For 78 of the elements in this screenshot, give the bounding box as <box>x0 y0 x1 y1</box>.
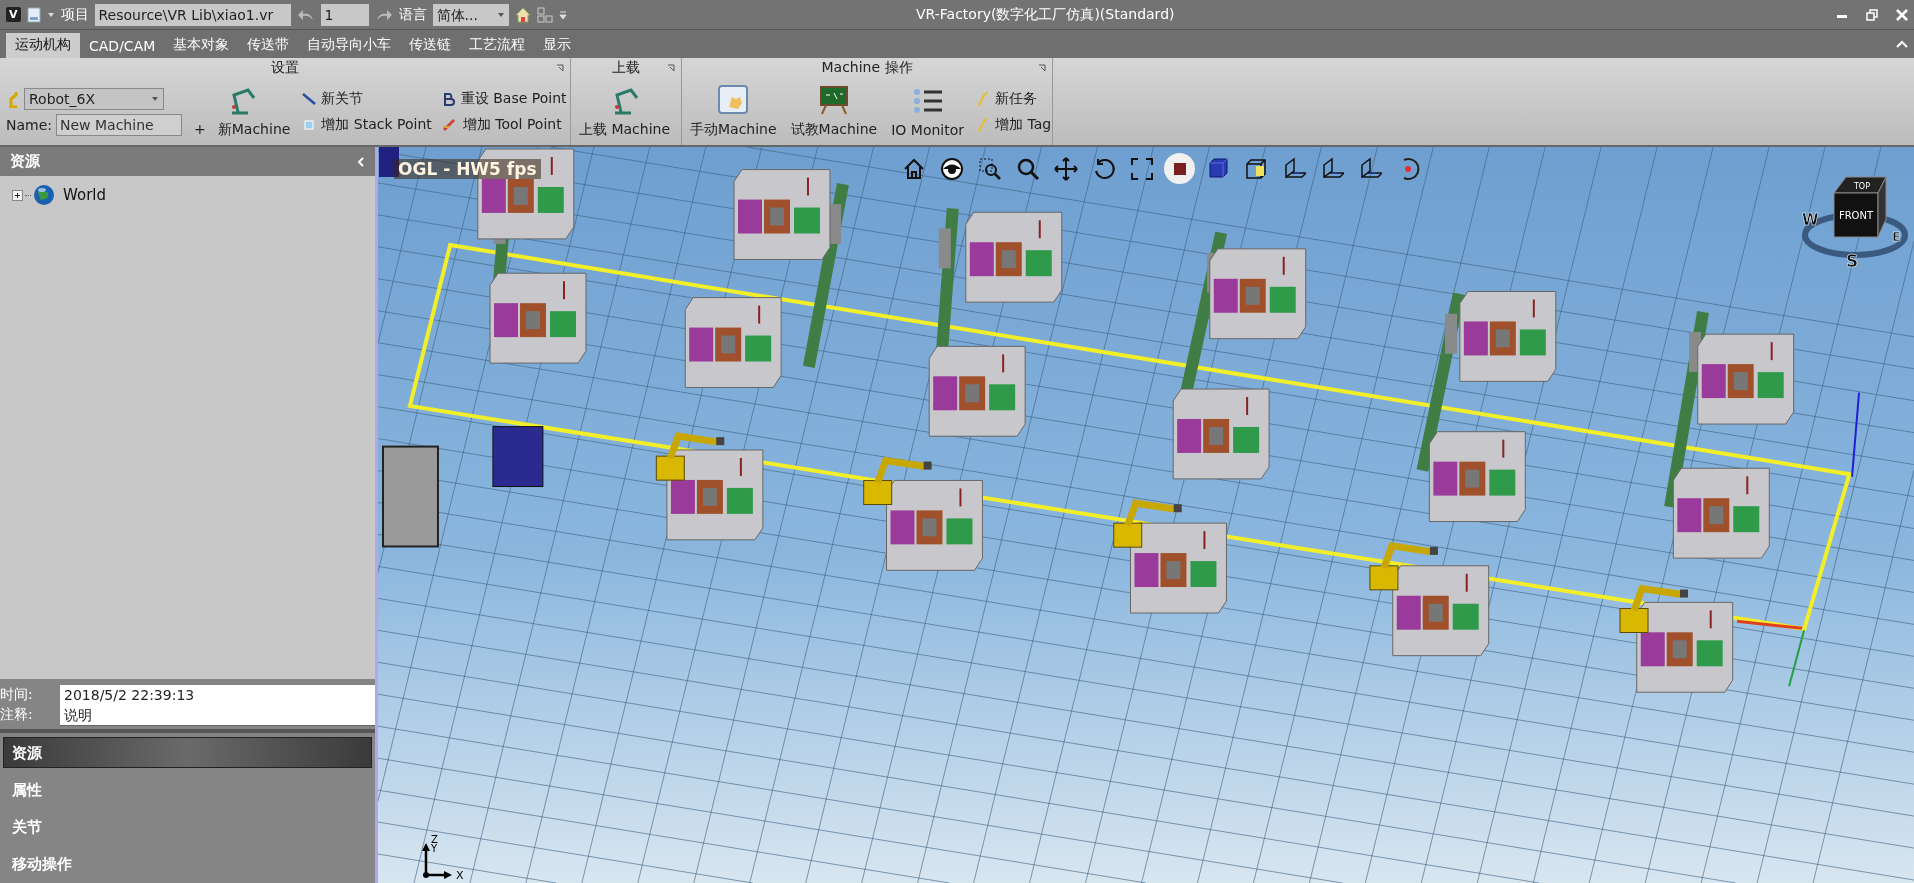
restore-icon[interactable] <box>1866 8 1878 21</box>
axis-arrows-icon <box>422 843 452 879</box>
add-tag-button[interactable]: 增加 Tag <box>976 113 1052 136</box>
teach-machine-button[interactable]: 试教Machine <box>788 82 880 141</box>
reset-base-point-button[interactable]: 重设 Base Point <box>441 87 567 110</box>
ribbon-tab[interactable]: 运动机构 <box>6 33 80 58</box>
close-icon[interactable] <box>1896 8 1908 21</box>
axis-label: X <box>456 869 464 881</box>
io-monitor-button[interactable]: IO Monitor <box>889 83 967 140</box>
load-machine-button[interactable]: 上载 Machine <box>577 82 673 141</box>
accordion-item[interactable]: 关节 <box>3 811 372 842</box>
manual-machine-button[interactable]: 手动Machine <box>688 82 779 141</box>
group-title: 设置 <box>271 59 299 77</box>
line-icon <box>302 91 317 106</box>
caret-icon <box>496 11 505 18</box>
ribbon-tab[interactable]: 传送链 <box>400 33 461 58</box>
square-point-icon <box>302 117 317 132</box>
plus-sign: + <box>194 120 206 139</box>
cube-face-label[interactable]: TOP <box>1854 182 1870 191</box>
expand-toggle-icon[interactable] <box>12 189 23 201</box>
note-label: 注释: <box>0 706 34 724</box>
b-letter-icon <box>441 91 456 106</box>
curve-icon <box>976 116 991 133</box>
new-machine-button[interactable]: + 新Machine <box>192 82 293 141</box>
pen-icon <box>441 117 458 132</box>
axis-label: Z <box>431 834 438 845</box>
app-logo[interactable]: V <box>6 7 21 22</box>
ribbon-tab[interactable]: 自动导向小车 <box>298 33 401 58</box>
dialog-launcher-icon[interactable] <box>1038 64 1046 72</box>
ribbon-tab[interactable]: 显示 <box>534 33 581 58</box>
add-tool-point-button[interactable]: 增加 Tool Point <box>441 113 567 136</box>
dialog-launcher-icon[interactable] <box>667 64 675 72</box>
time-label: 时间: <box>0 686 34 704</box>
curve-icon <box>976 90 991 107</box>
save-icon[interactable] <box>26 6 41 23</box>
name-field[interactable]: New Machine <box>56 113 183 136</box>
group-title: Machine 操作 <box>821 59 913 77</box>
axis-label: Y <box>431 843 438 854</box>
new-machine-label: 新Machine <box>217 120 291 139</box>
ribbon-tab[interactable]: 工艺流程 <box>460 33 535 58</box>
panel-title: 资源 <box>10 152 40 172</box>
robot-type-dropdown[interactable]: Robot_6X <box>24 87 164 110</box>
compass-direction[interactable]: W <box>1802 211 1819 229</box>
collapse-ribbon-icon[interactable] <box>1896 40 1908 48</box>
ribbon-tab[interactable]: CAD/CAM <box>80 35 165 58</box>
ribbon-tab[interactable]: 传送带 <box>238 33 299 58</box>
language-label: 语言 <box>398 5 427 24</box>
new-task-button[interactable]: 新任务 <box>976 87 1052 110</box>
chalkboard-icon <box>817 84 850 115</box>
globe-icon <box>33 184 55 207</box>
factory-scene-drawing[interactable] <box>378 147 1914 883</box>
window-title: VR-Factory(数字化工厂仿真)(Standard) <box>915 5 1176 24</box>
step-field[interactable]: 1 <box>320 3 369 26</box>
new-joint-button[interactable]: 新关节 <box>302 87 432 110</box>
collapse-panel-icon[interactable] <box>357 155 365 168</box>
group-title: 上载 <box>612 59 640 77</box>
project-path-field[interactable]: Resource\VR Lib\xiao1.vr <box>94 3 291 26</box>
accordion-item[interactable]: 资源 <box>3 737 372 768</box>
project-label: 项目 <box>60 5 89 24</box>
time-field[interactable]: 2018/5/2 22:39:13 <box>60 684 375 706</box>
caret-icon <box>151 95 159 102</box>
language-dropdown[interactable]: 简体... <box>432 3 509 26</box>
tree-item[interactable]: World <box>63 186 106 205</box>
accordion-item[interactable]: 属性 <box>3 774 372 805</box>
renderer-status-text: OGL - HW5 fps <box>394 159 541 179</box>
tree-line <box>25 194 31 196</box>
hand-on-screen-icon <box>717 84 750 115</box>
add-stack-point-button[interactable]: 增加 Stack Point <box>302 113 432 136</box>
dialog-launcher-icon[interactable] <box>556 64 564 72</box>
caret-icon[interactable] <box>46 11 55 18</box>
ribbon-tab[interactable]: 基本对象 <box>164 33 239 58</box>
note-field[interactable]: 说明 <box>60 704 375 726</box>
name-label: Name: <box>6 116 53 133</box>
home-icon[interactable] <box>514 6 531 23</box>
customize-icon[interactable] <box>558 9 567 20</box>
accordion-item[interactable]: 移动操作 <box>3 848 372 879</box>
compass-direction[interactable]: S <box>1846 251 1859 269</box>
cube-face-label[interactable]: FRONT <box>1838 210 1874 221</box>
